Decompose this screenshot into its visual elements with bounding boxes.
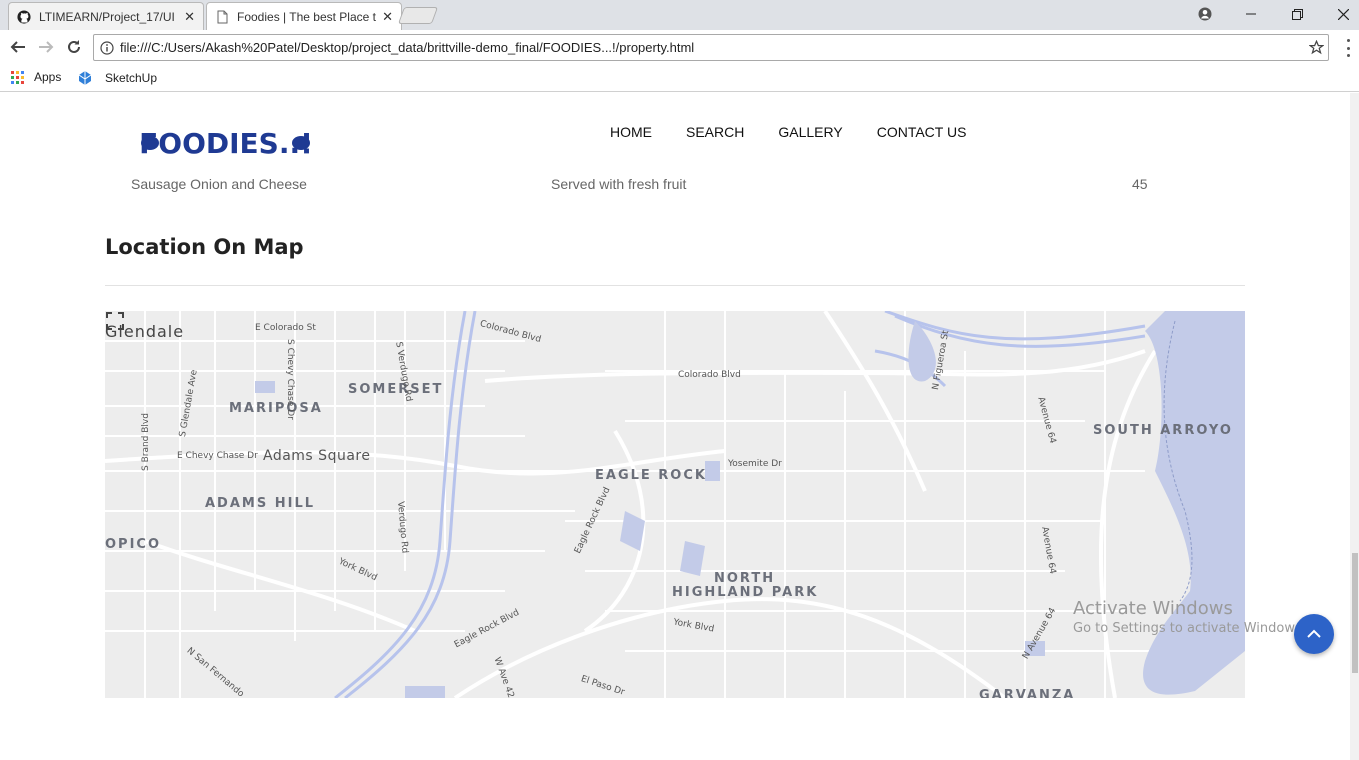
browser-menu-icon[interactable] [1340, 39, 1356, 57]
nav-search[interactable]: SEARCH [686, 124, 744, 140]
address-bar[interactable]: file:///C:/Users/Akash%20Patel/Desktop/p… [93, 34, 1329, 61]
street-label: Colorado Blvd [678, 370, 741, 380]
street-label: E Colorado St [255, 323, 316, 333]
map-area-label: HIGHLAND PARK [672, 585, 819, 600]
location-map[interactable]: Glendale SOMERSET MARIPOSA Adams Square … [105, 311, 1245, 698]
bookmark-sketchup[interactable]: SketchUp [77, 70, 157, 86]
bookmark-star-icon[interactable] [1304, 40, 1328, 55]
tab-foodies[interactable]: Foodies | The best Place t ✕ [206, 2, 402, 30]
site-logo[interactable]: FOODIES..! [140, 123, 314, 163]
bookmark-label: Apps [34, 70, 62, 84]
map-area-label: Adams Square [263, 448, 371, 464]
forward-button[interactable] [36, 37, 56, 57]
divider [105, 285, 1245, 286]
nav-home[interactable]: HOME [610, 124, 652, 140]
reload-icon [68, 40, 80, 53]
info-icon[interactable] [96, 40, 118, 55]
back-button[interactable] [8, 37, 28, 57]
url-text: file:///C:/Users/Akash%20Patel/Desktop/p… [120, 40, 695, 55]
minimize-button[interactable] [1228, 0, 1274, 28]
map-area-label: GARVANZA [979, 688, 1076, 698]
activate-windows-watermark: Activate Windows Go to Settings to activ… [1073, 598, 1306, 636]
menu-item-description: Served with fresh fruit [551, 176, 687, 192]
restore-button[interactable] [1274, 0, 1320, 28]
map-area-label: MARIPOSA [229, 401, 323, 416]
tab-github[interactable]: LTIMEARN/Project_17/UI ✕ [8, 2, 204, 30]
new-tab-button[interactable] [397, 7, 439, 24]
close-window-button[interactable] [1320, 0, 1359, 28]
fullscreen-icon[interactable] [105, 311, 125, 331]
nav-contact-us[interactable]: CONTACT US [877, 124, 967, 140]
nav-gallery[interactable]: GALLERY [778, 124, 842, 140]
street-label: S Brand Blvd [141, 413, 151, 471]
map-area-label: SOMERSET [348, 382, 444, 397]
profile-icon[interactable] [1182, 0, 1228, 28]
minimize-icon [1246, 13, 1256, 15]
bookmark-apps[interactable]: Apps [11, 70, 61, 84]
forward-arrow-icon [39, 41, 54, 53]
street-label: E Chevy Chase Dr [177, 451, 258, 461]
restore-icon [1291, 8, 1303, 20]
watermark-title: Activate Windows [1073, 598, 1233, 619]
map-area-label: OPICO [105, 537, 162, 552]
tab-title: Foodies | The best Place t [237, 9, 376, 24]
github-icon [17, 9, 31, 24]
page-scrollbar[interactable] [1350, 93, 1359, 760]
section-title: Location On Map [105, 235, 304, 259]
back-arrow-icon [10, 41, 25, 53]
bookmark-label: SketchUp [105, 71, 158, 85]
close-icon[interactable]: ✕ [382, 9, 393, 25]
bookmarks-bar: Apps SketchUp [0, 64, 1359, 92]
street-label: S Chevy Chase Dr [285, 339, 295, 420]
close-icon[interactable]: ✕ [184, 9, 195, 25]
close-icon [1337, 8, 1349, 20]
page-icon [217, 10, 228, 23]
reload-button[interactable] [64, 37, 84, 57]
chevron-up-icon [1307, 629, 1321, 638]
map-area-label: ADAMS HILL [205, 496, 316, 511]
menu-item-price: 45 [1132, 176, 1148, 192]
menu-item-name: Sausage Onion and Cheese [131, 176, 307, 192]
page-content: FOODIES..! HOME SEARCH GALLERY CONTACT U… [0, 93, 1350, 760]
browser-toolbar: file:///C:/Users/Akash%20Patel/Desktop/p… [0, 30, 1359, 64]
map-area-label: NORTH [714, 571, 776, 586]
scrollbar-thumb[interactable] [1352, 553, 1358, 673]
apps-grid-icon [11, 70, 24, 84]
sketchup-icon [78, 71, 92, 85]
scroll-to-top-button[interactable] [1294, 614, 1334, 654]
map-area-label: SOUTH ARROYO [1093, 423, 1233, 438]
street-label: Yosemite Dr [728, 459, 782, 469]
tab-title: LTIMEARN/Project_17/UI [39, 9, 175, 24]
main-nav: HOME SEARCH GALLERY CONTACT US [610, 124, 966, 140]
logo-text: FOODIES..! [140, 127, 313, 160]
map-area-label: EAGLE ROCK [595, 468, 707, 483]
watermark-subtitle: Go to Settings to activate Windows. [1073, 621, 1306, 636]
browser-tab-bar: LTIMEARN/Project_17/UI ✕ Foodies | The b… [0, 0, 1359, 30]
